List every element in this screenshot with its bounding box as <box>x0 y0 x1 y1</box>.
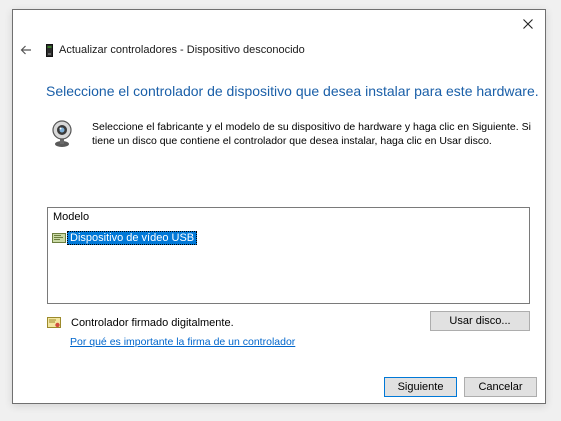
model-list[interactable]: Modelo Dispositivo de vídeo USB <box>47 207 530 304</box>
driver-signing-link[interactable]: Por qué es importante la firma de un con… <box>70 336 295 348</box>
page-heading: Seleccione el controlador de dispositivo… <box>46 83 539 99</box>
close-button[interactable] <box>517 14 539 34</box>
certificate-icon <box>47 317 61 328</box>
have-disk-button[interactable]: Usar disco... <box>430 311 530 331</box>
wizard-header: Actualizar controladores - Dispositivo d… <box>19 41 305 59</box>
model-column-header: Modelo <box>53 211 90 223</box>
list-item-label: Dispositivo de vídeo USB <box>67 231 198 245</box>
driver-icon <box>52 233 66 243</box>
back-arrow-icon <box>20 45 31 55</box>
close-icon <box>523 19 533 29</box>
cancel-button[interactable]: Cancelar <box>464 377 537 397</box>
webcam-icon <box>51 120 73 148</box>
signature-status: Controlador firmado digitalmente. <box>47 317 234 329</box>
list-item[interactable]: Dispositivo de vídeo USB <box>52 230 198 246</box>
back-button[interactable] <box>19 43 33 57</box>
intro-text: Seleccione el fabricante y el modelo de … <box>92 121 531 147</box>
device-icon <box>45 43 53 57</box>
wizard-title: Actualizar controladores - Dispositivo d… <box>59 44 305 56</box>
update-drivers-dialog: Actualizar controladores - Dispositivo d… <box>12 9 546 404</box>
signature-text: Controlador firmado digitalmente. <box>71 317 234 329</box>
next-button[interactable]: Siguiente <box>384 377 457 397</box>
